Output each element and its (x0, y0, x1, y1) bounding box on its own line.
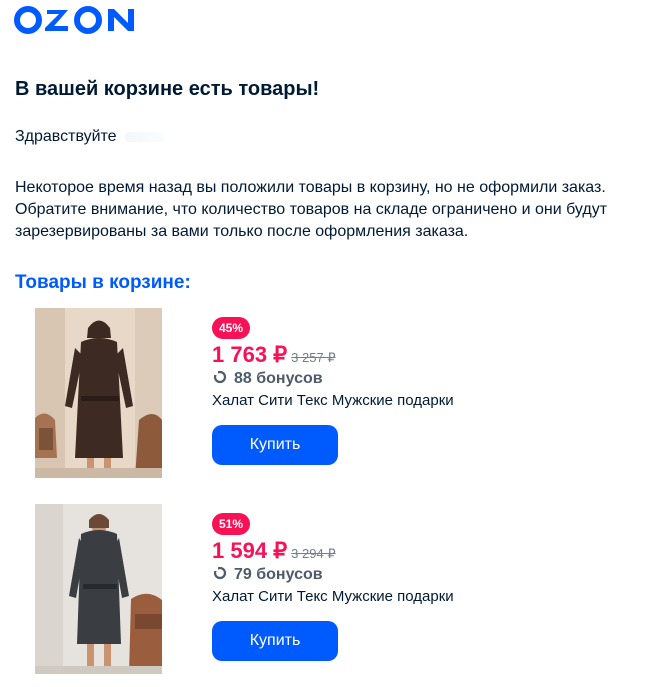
greeting-text: Здравствуйте (15, 128, 117, 145)
man-in-bathrobe-photo-icon (35, 308, 162, 478)
old-price: 3 257 ₽ (291, 350, 336, 365)
current-price: 1 763 ₽ (212, 342, 288, 367)
old-price: 3 294 ₽ (291, 546, 336, 561)
cart-title: Товары в корзине: (15, 272, 191, 293)
product-name[interactable]: Халат Сити Текс Мужские подарки (212, 588, 612, 605)
product-info: 45% 1 763 ₽3 257 ₽ 88 бонусов Халат Сити… (212, 317, 612, 465)
bonus-icon (212, 369, 228, 389)
bonus-icon (212, 565, 228, 585)
product-name[interactable]: Халат Сити Текс Мужские подарки (212, 392, 612, 409)
body-text: Некоторое время назад вы положили товары… (15, 179, 608, 240)
redacted-name (124, 131, 165, 142)
page-heading: В вашей корзине есть товары! (15, 78, 320, 100)
current-price: 1 594 ₽ (212, 538, 288, 563)
bonus-row: 88 бонусов (212, 368, 612, 390)
product-image[interactable] (35, 308, 162, 478)
product-card: 45% 1 763 ₽3 257 ₽ 88 бонусов Халат Сити… (35, 308, 635, 478)
bonus-text: 88 бонусов (234, 370, 323, 387)
discount-badge: 45% (212, 317, 251, 339)
man-in-bathrobe-photo-icon (35, 504, 162, 674)
product-image[interactable] (35, 504, 162, 674)
price-row: 1 763 ₽3 257 ₽ (212, 342, 612, 368)
discount-badge: 51% (212, 513, 251, 535)
bonus-row: 79 бонусов (212, 564, 612, 586)
buy-button[interactable]: Купить (212, 425, 338, 465)
product-card: 51% 1 594 ₽3 294 ₽ 79 бонусов Халат Сити… (35, 504, 635, 674)
price-row: 1 594 ₽3 294 ₽ (212, 538, 612, 564)
ozon-logo-icon (14, 6, 134, 34)
buy-button[interactable]: Купить (212, 621, 338, 661)
bonus-text: 79 бонусов (234, 566, 323, 583)
product-info: 51% 1 594 ₽3 294 ₽ 79 бонусов Халат Сити… (212, 513, 612, 661)
ozon-logo[interactable] (14, 5, 144, 35)
greeting: Здравствуйте (15, 128, 165, 146)
